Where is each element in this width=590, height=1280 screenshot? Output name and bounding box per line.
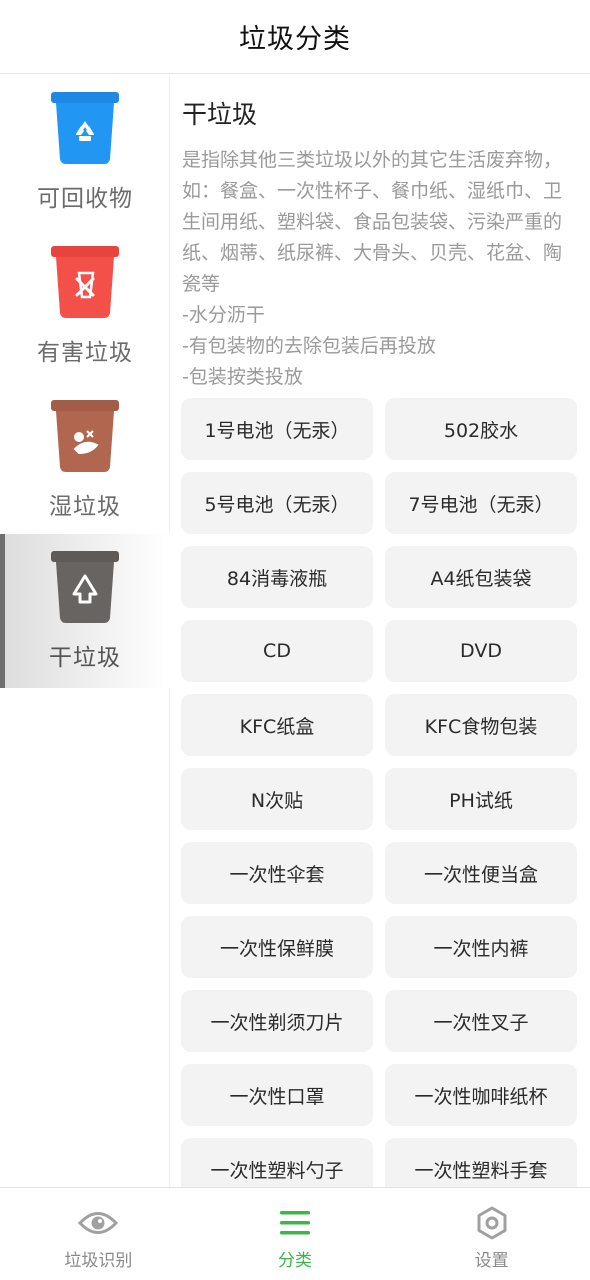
waste-item[interactable]: 一次性保鲜膜 [181,916,373,978]
waste-item[interactable]: A4纸包装袋 [385,546,577,608]
waste-item[interactable]: DVD [385,620,577,682]
description-rule: -包装按类投放 [182,366,303,388]
waste-item-grid: 1号电池（无汞） 502胶水 5号电池（无汞） 7号电池（无汞） 84消毒液瓶 … [181,398,579,1187]
sidebar-item-wet-waste[interactable]: 湿垃圾 [0,383,170,537]
waste-item[interactable]: 一次性剃须刀片 [181,990,373,1052]
tab-categories[interactable]: 分类 [197,1188,394,1280]
waste-item[interactable]: 一次性叉子 [385,990,577,1052]
category-sidebar: 可回收物 有害垃圾 湿垃圾 干垃圾 [0,75,170,1187]
dry-bin-icon [49,548,121,626]
tab-label: 分类 [278,1251,312,1271]
eye-icon [78,1206,119,1240]
app-header: 垃圾分类 [0,0,590,74]
waste-item[interactable]: 1号电池（无汞） [181,398,373,460]
waste-item[interactable]: 84消毒液瓶 [181,546,373,608]
page-title: 垃圾分类 [239,24,351,55]
waste-item[interactable]: 一次性伞套 [181,842,373,904]
waste-item[interactable]: 一次性咖啡纸杯 [385,1064,577,1126]
sidebar-item-label: 可回收物 [37,186,133,212]
description-rule: -有包装物的去除包装后再投放 [182,335,436,357]
sidebar-item-label: 有害垃圾 [37,340,133,366]
tab-recognize[interactable]: 垃圾识别 [0,1188,197,1280]
waste-item[interactable]: 一次性塑料勺子 [181,1138,373,1187]
waste-item[interactable]: 一次性便当盒 [385,842,577,904]
category-title: 干垃圾 [182,100,258,129]
category-detail: 干垃圾 是指除其他三类垃圾以外的其它生活废弃物，如：餐盒、一次性杯子、餐巾纸、湿… [171,75,590,1187]
bottom-tab-bar: 垃圾识别 分类 设置 [0,1187,590,1280]
waste-item[interactable]: 一次性内裤 [385,916,577,978]
waste-item[interactable]: 一次性口罩 [181,1064,373,1126]
menu-icon [275,1206,315,1240]
description-text: 是指除其他三类垃圾以外的其它生活废弃物，如：餐盒、一次性杯子、餐巾纸、湿纸巾、卫… [182,149,563,295]
sidebar-item-dry-waste[interactable]: 干垃圾 [0,534,170,688]
waste-item[interactable]: KFC食物包装 [385,694,577,756]
sidebar-item-label: 湿垃圾 [49,494,121,520]
waste-item[interactable]: 5号电池（无汞） [181,472,373,534]
sidebar-item-recyclable[interactable]: 可回收物 [0,75,170,229]
waste-item[interactable]: 502胶水 [385,398,577,460]
waste-item[interactable]: 一次性塑料手套 [385,1138,577,1187]
waste-item[interactable]: PH试纸 [385,768,577,830]
tab-settings[interactable]: 设置 [393,1188,590,1280]
settings-icon [472,1206,512,1240]
waste-item[interactable]: CD [181,620,373,682]
tab-label: 垃圾识别 [64,1251,133,1271]
waste-item[interactable]: KFC纸盒 [181,694,373,756]
hazard-bin-icon [49,243,121,321]
wet-bin-icon [49,397,121,475]
sidebar-item-hazardous[interactable]: 有害垃圾 [0,229,170,383]
description-rule: -水分沥干 [182,304,265,326]
category-description: 是指除其他三类垃圾以外的其它生活废弃物，如：餐盒、一次性杯子、餐巾纸、湿纸巾、卫… [182,145,577,393]
recycle-bin-icon [49,89,121,167]
tab-label: 设置 [474,1251,509,1271]
sidebar-item-label: 干垃圾 [49,645,121,671]
waste-item[interactable]: N次贴 [181,768,373,830]
waste-item[interactable]: 7号电池（无汞） [385,472,577,534]
